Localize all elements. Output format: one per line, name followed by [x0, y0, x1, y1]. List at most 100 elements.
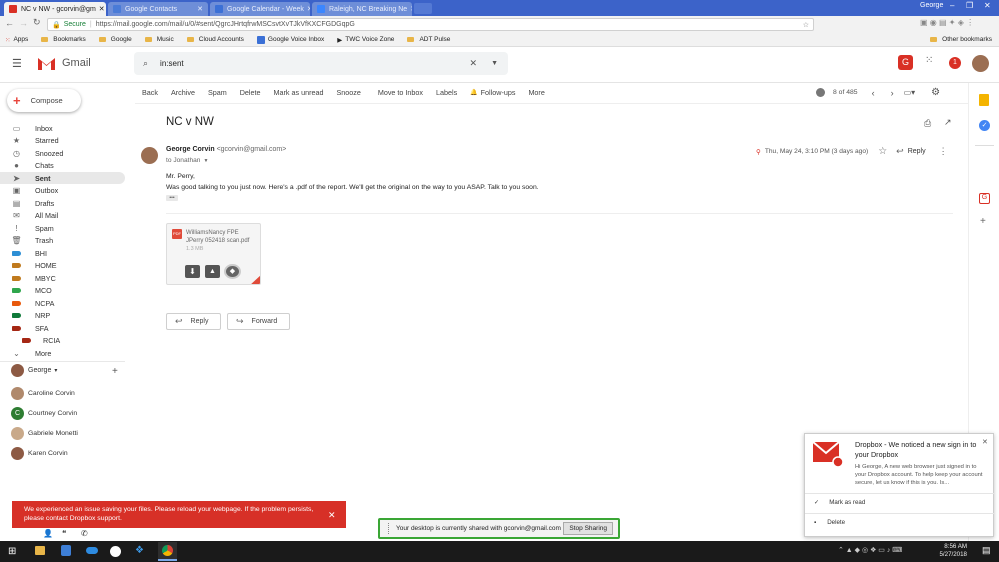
sidebar-item-snoozed[interactable]: ◷ Snoozed [0, 147, 125, 159]
reply-link[interactable]: Reply [908, 148, 926, 155]
bookmark-google[interactable]: Google [111, 36, 132, 43]
notification-badge[interactable]: 1 [949, 57, 961, 69]
music-icon[interactable] [110, 546, 121, 557]
input-tools-icon[interactable]: ▭▾ [904, 88, 916, 97]
windows-start-icon[interactable]: ⊞ [8, 546, 16, 557]
reload-icon[interactable]: ↻ [33, 17, 41, 28]
phone-icon[interactable]: ✆ [81, 529, 88, 538]
search-box[interactable]: ⌕ in:sent ✕ ▼ [134, 52, 508, 75]
sidebar-item-sfa[interactable]: SFA [0, 322, 125, 334]
star-icon[interactable]: ☆ [878, 146, 887, 157]
search-input[interactable]: in:sent [160, 59, 184, 68]
open-new-window-icon[interactable]: ↗ [944, 117, 952, 128]
clock[interactable]: 8:56 AM 5/27/2018 [917, 543, 967, 559]
action-mark-as-unread-button[interactable]: Mark as unread [274, 88, 324, 97]
sidebar-item-chats[interactable]: ● Chats [0, 160, 125, 172]
download-icon[interactable]: ⬇ [185, 265, 200, 278]
show-trimmed-button[interactable]: ••• [166, 195, 178, 201]
save-to-dropbox-icon[interactable]: ◆ [224, 264, 241, 279]
other-bookmarks[interactable]: Other bookmarks [942, 36, 992, 43]
add-addon-icon[interactable]: + [980, 216, 986, 227]
sidebar-item-spam[interactable]: ! Spam [0, 222, 125, 234]
bookmark-music[interactable]: Music [157, 36, 174, 43]
close-tab-icon[interactable]: ✕ [407, 5, 412, 13]
main-menu-icon[interactable]: ☰ [12, 57, 22, 70]
search-options-icon[interactable]: ▼ [491, 60, 498, 67]
profile-name[interactable]: George [920, 2, 943, 9]
forward-button[interactable]: ↪ Forward [227, 313, 291, 330]
sidebar-item-mbyc[interactable]: MBYC [0, 272, 125, 284]
action-more-button[interactable]: More [528, 88, 544, 97]
minimize-icon[interactable]: – [950, 1, 954, 10]
drag-handle[interactable] [388, 523, 390, 534]
compose-button[interactable]: + Compose [7, 89, 81, 112]
grammarly-extension-icon[interactable]: G [898, 55, 913, 70]
sidebar-item-bhi[interactable]: BHI [0, 247, 125, 259]
chrome-taskbar-button[interactable] [158, 542, 177, 561]
sidebar-item-ncpa[interactable]: NCPA [0, 297, 125, 309]
bookmark-twc[interactable]: TWC Voice Zone [345, 36, 394, 43]
sidebar-item-rcia[interactable]: RCIA [0, 335, 125, 347]
print-icon[interactable]: ⎙ [924, 118, 931, 129]
contact-item[interactable]: C Courtney Corvin [11, 407, 77, 420]
sender-name[interactable]: George Corvin [166, 146, 215, 153]
stop-sharing-button[interactable]: Stop Sharing [563, 522, 613, 535]
sidebar-item-drafts[interactable]: ▤ Drafts [0, 197, 125, 209]
follow-up-icon[interactable] [816, 88, 825, 97]
mark-as-read-action[interactable]: ✓ Mark as read [814, 499, 865, 506]
bookmark-cloud-accounts[interactable]: Cloud Accounts [199, 36, 244, 43]
save-to-drive-icon[interactable]: ▲ [205, 265, 220, 278]
tab-calendar[interactable]: Google Calendar - Week ✕ [210, 2, 310, 16]
action-move-to-inbox-button[interactable]: Move to Inbox [378, 88, 423, 97]
settings-gear-icon[interactable]: ⚙ [931, 87, 940, 98]
bookmark-bookmarks[interactable]: Bookmarks [53, 36, 86, 43]
extension-icons[interactable]: ▣ ◉ ▤ ✦ ◈ ⋮ [920, 18, 974, 27]
close-tab-icon[interactable]: ✕ [194, 5, 203, 13]
gmail-logo-icon[interactable] [37, 56, 56, 71]
back-arrow-icon[interactable]: ← [5, 18, 14, 28]
action-archive-button[interactable]: Archive [171, 88, 195, 97]
sidebar-item-mco[interactable]: MCO [0, 285, 125, 297]
delete-action[interactable]: ▪ Delete [814, 519, 845, 526]
close-tab-icon[interactable]: ✕ [96, 5, 105, 13]
close-window-icon[interactable]: ✕ [984, 1, 991, 10]
account-avatar[interactable] [972, 55, 989, 72]
address-bar[interactable]: 🔒 Secure | https://mail.google.com/mail/… [47, 18, 814, 31]
action-snooze-button[interactable]: Snooze [336, 88, 360, 97]
dropbox-icon[interactable]: ❖ [135, 545, 144, 556]
reply-button[interactable]: ↩ Reply [166, 313, 222, 330]
action-back-button[interactable]: Back [142, 88, 158, 97]
tab-news[interactable]: Raleigh, NC Breaking Ne ✕ [312, 2, 412, 16]
reply-arrow-icon[interactable]: ↩ [896, 146, 904, 157]
attachment-card[interactable]: PDF WilliamsNancy FPE JPerry 052418 scan… [166, 223, 261, 285]
sidebar-item-more[interactable]: ⌄ More [0, 347, 125, 359]
hangouts-user[interactable]: George ▾ [11, 364, 57, 377]
sidebar-item-inbox[interactable]: ▭ Inbox [0, 122, 125, 134]
more-options-icon[interactable]: ⋮ [939, 146, 948, 157]
action-center-icon[interactable]: ▤ [982, 545, 991, 556]
contact-item[interactable]: Gabriele Monetti [11, 427, 78, 440]
close-tab-icon[interactable]: ✕ [304, 5, 310, 13]
system-tray-icons[interactable]: ⌃ ▲ ◆ ◎ ❖ ▭ ♪ ⌨ [838, 546, 902, 554]
new-tab-button[interactable] [414, 3, 432, 14]
sidebar-item-trash[interactable]: 🗑 Trash [0, 235, 125, 247]
action-follow-ups-button[interactable]: Follow-ups [481, 88, 516, 97]
dropbox-notification[interactable]: Dropbox - We noticed a new sign in to yo… [804, 433, 995, 537]
sidebar-item-starred[interactable]: ★ Starred [0, 135, 125, 147]
action-spam-button[interactable]: Spam [208, 88, 227, 97]
apps-grid-icon[interactable]: ⁙ [925, 55, 933, 66]
search-icon[interactable]: ⌕ [143, 58, 148, 69]
tab-gmail[interactable]: NC v NW - gcorvin@gm ✕ [4, 2, 106, 16]
sidebar-item-home[interactable]: HOME [0, 260, 125, 272]
add-contact-icon[interactable]: + [112, 366, 118, 377]
contact-item[interactable]: Caroline Corvin [11, 387, 75, 400]
person-icon[interactable]: 👤 [43, 529, 53, 538]
keep-icon[interactable] [979, 94, 989, 106]
bookmark-apps[interactable]: Apps [13, 36, 28, 43]
sidebar-item-all-mail[interactable]: ✉ All Mail [0, 210, 125, 222]
sidebar-item-outbox[interactable]: ▣ Outbox [0, 185, 125, 197]
bookmark-google-voice[interactable]: Google Voice Inbox [268, 36, 324, 43]
bookmark-star-icon[interactable]: ☆ [803, 21, 809, 29]
grammarly-addon-icon[interactable]: G [979, 193, 990, 204]
store-icon[interactable] [61, 545, 71, 556]
